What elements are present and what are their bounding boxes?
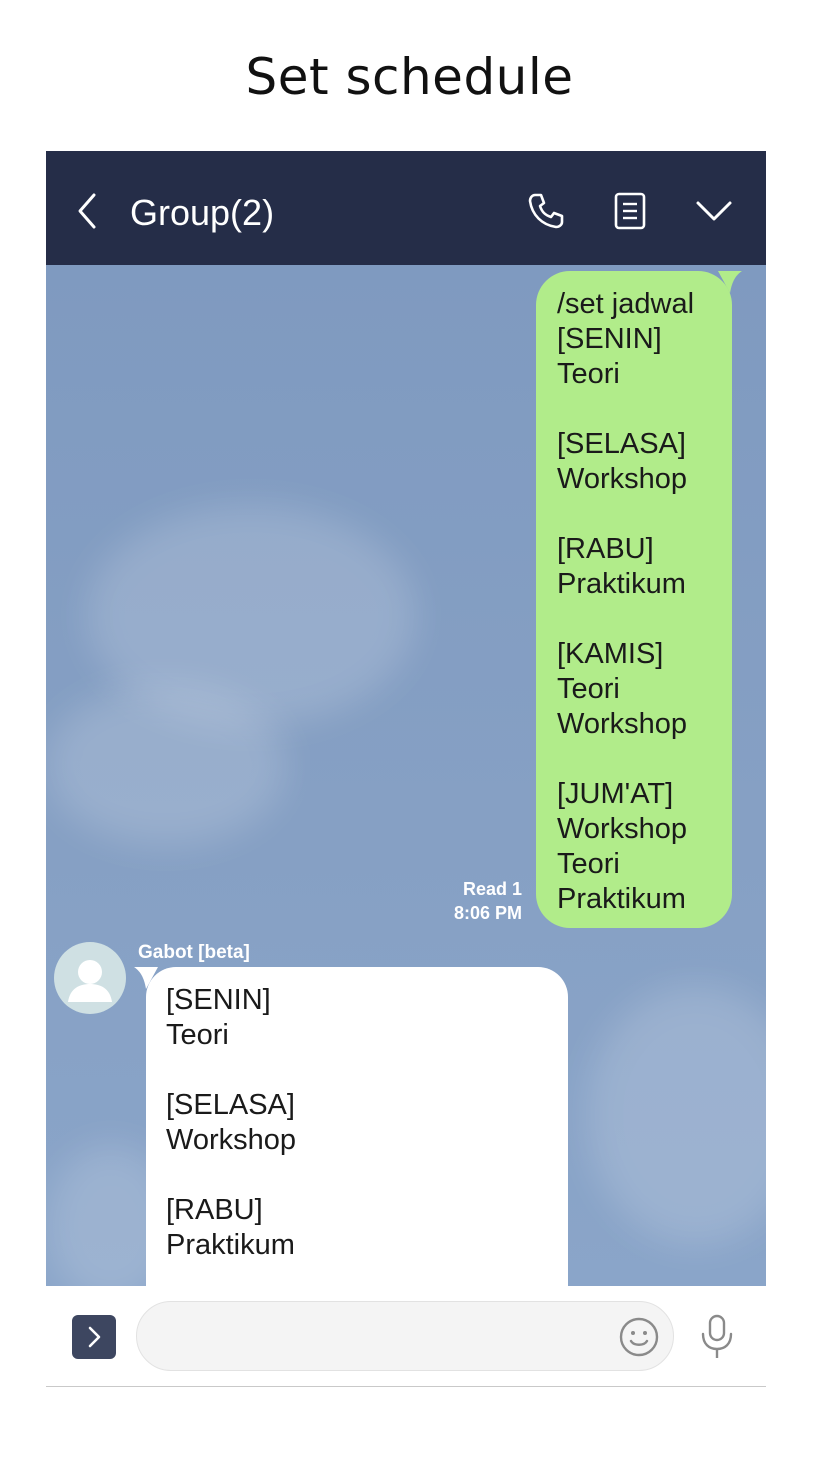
page-title: Set schedule (245, 48, 574, 106)
phone-icon[interactable] (526, 191, 566, 231)
chat-title: Group(2) (130, 192, 275, 233)
notes-icon[interactable] (612, 191, 648, 231)
bubble-tail (718, 271, 742, 293)
message-meta: Read 1 8:06 PM (454, 877, 522, 925)
chat-header: Group(2) (46, 151, 766, 265)
sender-name: Gabot [beta] (138, 942, 250, 963)
incoming-message-text: [SENIN] Teori [SELASA] Workshop [RABU] P… (166, 984, 297, 1261)
default-avatar-icon (68, 960, 112, 1002)
outgoing-message[interactable]: /set jadwal [SENIN] Teori [SELASA] Works… (536, 271, 742, 928)
emoji-icon[interactable] (618, 1316, 660, 1358)
chat-screen: Group(2) /set jadwal [SENIN] Teori [SELA… (46, 151, 766, 1387)
message-time: 8:06 PM (453, 903, 522, 923)
read-status: Read 1 (462, 879, 522, 899)
message-input[interactable] (136, 1301, 674, 1371)
incoming-message[interactable]: [SENIN] Teori [SELASA] Workshop [RABU] P… (134, 967, 568, 1286)
background-cloud (586, 985, 766, 1245)
chevron-left-icon[interactable] (74, 191, 102, 231)
chevron-right-icon (88, 1326, 101, 1348)
bubble-tail (134, 967, 158, 989)
input-bar (46, 1286, 766, 1387)
chat-area[interactable]: /set jadwal [SENIN] Teori [SELASA] Works… (46, 265, 766, 1286)
avatar[interactable] (54, 942, 126, 1014)
microphone-icon[interactable] (699, 1314, 735, 1360)
outgoing-message-text: /set jadwal [SENIN] Teori [SELASA] Works… (557, 288, 695, 915)
background-cloud (46, 685, 286, 845)
chevron-down-icon[interactable] (694, 195, 734, 225)
expand-button[interactable] (72, 1315, 116, 1359)
